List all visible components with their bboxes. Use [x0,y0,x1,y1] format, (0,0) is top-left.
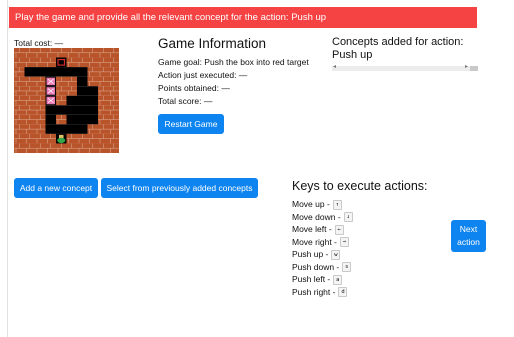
floor-tile [56,124,67,134]
add-concept-button[interactable]: Add a new concept [14,178,98,198]
keys-title: Keys to execute actions: [292,179,428,193]
floor-tile [24,67,35,77]
key-cap: ↓ [343,212,353,223]
key-action-label: Move up - [292,199,330,209]
floor-tile [35,67,46,77]
select-previous-concepts-button[interactable]: Select from previously added concepts [101,178,258,198]
floor-tile [45,67,56,77]
left-divider [7,0,8,337]
restart-game-button[interactable]: Restart Game [158,114,224,134]
key-row: Move up - ↑ [292,199,342,210]
floor-tile [77,105,88,115]
floor-tile [77,67,88,77]
key-cap: s [342,262,352,273]
key-cap: ← [334,224,344,235]
next-label-line1: Next [459,224,478,234]
floor-tile [77,95,88,106]
key-row: Push down -s [292,261,352,273]
points-obtained-text: Points obtained: — [158,83,230,93]
game-info-title: Game Information [158,36,267,51]
floor-tile [66,67,77,77]
floor-tile [56,67,67,77]
key-cap: ↑ [332,199,342,210]
key-cap: d [338,287,348,298]
next-action-button[interactable]: Next action [451,220,486,252]
concepts-scrollbar[interactable]: ◂ ▸ [332,63,478,71]
key-row: Move right - → [292,237,349,248]
key-action-label: Push right - [292,286,336,297]
game-goal-text: Game goal: Push the box into red target [158,57,309,67]
next-label-line2: action [457,237,480,247]
board-canvas [14,48,119,153]
key-cap: a [333,274,343,285]
floor-tile [87,114,98,125]
concepts-title: Concepts added for action: Push up [332,36,464,61]
key-row: Push right -d [292,286,348,298]
floor-tile [45,124,56,134]
key-row: Move left - ← [292,224,344,235]
total-score-text: Total score: — [158,96,213,106]
key-action-label: Move down - [292,211,341,222]
key-row: Push left -a [292,274,343,285]
floor-tile [66,95,77,106]
key-action-label: Push left - [292,274,331,284]
player-icon [57,137,66,144]
key-cap: w [331,249,341,260]
floor-tile [77,124,88,134]
scrollbar-thumb[interactable] [470,66,478,71]
instruction-banner: Play the game and provide all the releva… [9,7,477,28]
floor-tile [87,86,98,96]
total-cost-label: Total cost: — [14,38,64,48]
floor-tile [45,105,56,115]
floor-tile [87,95,98,106]
key-action-label: Move right - [292,236,337,247]
floor-tile [77,76,88,87]
key-row: Move down - ↓ [292,212,353,223]
floor-tile [66,114,77,125]
scroll-right-icon[interactable]: ▸ [465,63,468,70]
sokoban-board[interactable] [14,48,119,153]
floor-tile [56,105,67,115]
key-row: Push up -w [292,249,341,260]
scroll-left-icon[interactable]: ◂ [333,63,336,70]
floor-tile [45,114,56,125]
floor-tile [77,86,88,96]
action-executed-text: Action just executed: — [158,70,248,80]
key-action-label: Move left - [292,224,332,234]
floor-tile [66,105,77,115]
key-action-label: Push up - [292,249,329,259]
floor-tile [77,114,88,125]
key-cap: → [339,237,349,248]
floor-tile [87,105,98,115]
floor-tile [66,124,77,134]
key-action-label: Push down - [292,261,340,272]
